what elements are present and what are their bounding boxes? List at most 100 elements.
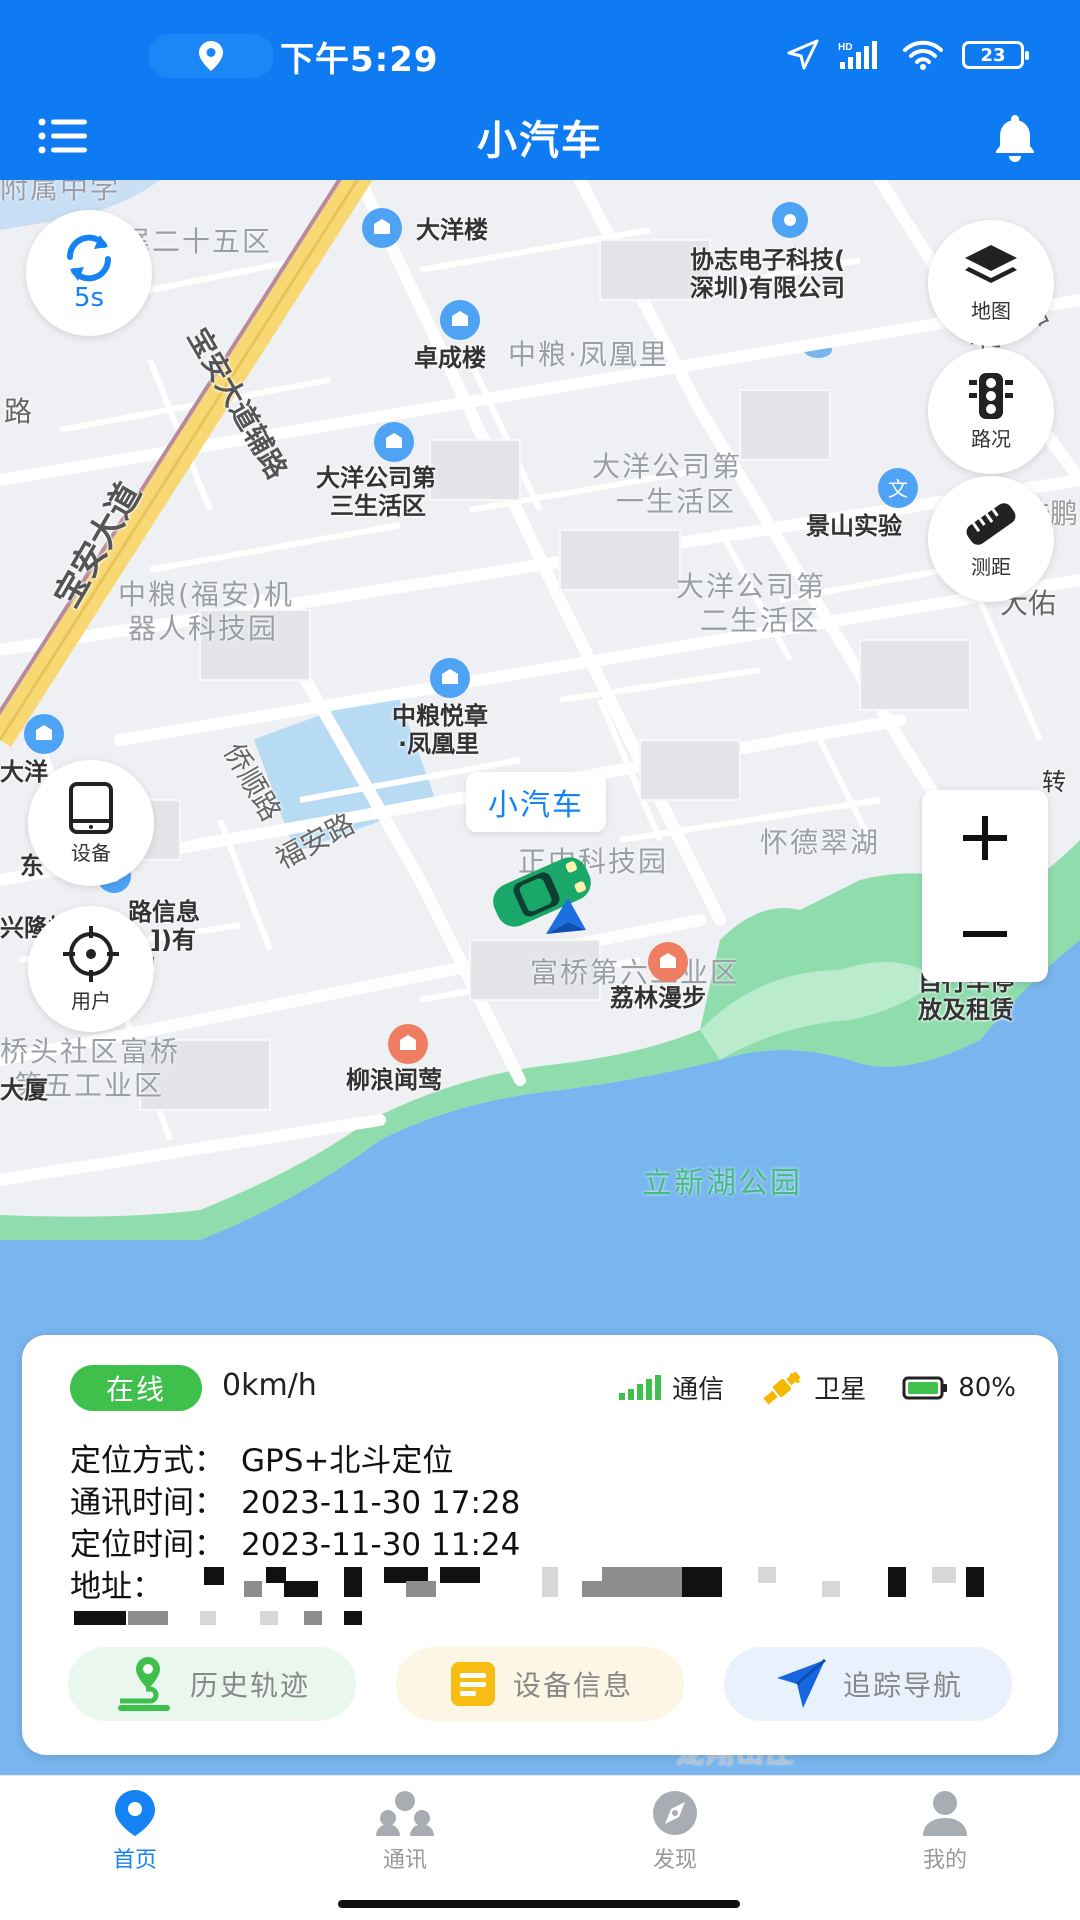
svg-text:文: 文 [888,477,908,501]
tab-discover-label: 发现 [652,1848,697,1873]
tab-discover[interactable]: 发现 [540,1776,810,1886]
cellular-signal-icon: HD [838,41,877,69]
area-label: 一生活区 [616,485,737,518]
battery-percent: 80% [958,1372,1016,1403]
poi-label: 景山实验 [806,512,902,540]
map-layer-label: 地图 [971,298,1011,323]
status-icons: HD 23 [786,38,1029,72]
poi-label: 大厦 [0,1076,48,1104]
tablet-icon [69,781,113,834]
people-group-icon [376,1791,434,1836]
poi-label: ·凤凰里 [398,730,480,758]
layers-icon [965,244,1017,283]
history-track-label: 历史轨迹 [189,1669,310,1702]
svg-text:HD: HD [838,42,852,53]
locate-time-value: 2023-11-30 11:24 [241,1527,521,1563]
device-button[interactable]: 设备 [28,760,154,886]
positioning-value: GPS+北斗定位 [241,1443,454,1479]
online-status-badge: 在线 [70,1365,202,1411]
measure-button[interactable]: 测距 [928,476,1054,602]
track-navigation-button[interactable]: 追踪导航 [724,1647,1012,1721]
home-indicator [338,1900,740,1908]
address-row: 地址： [70,1561,163,1606]
battery-icon [902,1376,948,1399]
navigation-send-icon [776,1658,826,1708]
area-label: 大洋公司第 [676,570,827,603]
compass-icon [653,1791,697,1835]
device-info-label: 设备信息 [512,1669,633,1702]
tab-home-label: 首页 [112,1848,157,1873]
area-label: 中粮·凤凰里 [508,338,669,371]
area-label: 中粮(福安)机 [118,578,294,611]
poi-pin-icon [360,206,404,254]
comm-time-value: 2023-11-30 17:28 [241,1485,521,1521]
road-label: 路 [4,395,33,428]
top-bar: 下午5:29 HD 23 小汽车 [0,0,1080,180]
poi-pin-icon: 文 [876,466,920,514]
poi-pin-icon [770,200,810,244]
poi-label: 大洋 [0,758,48,786]
device-indicators: 通信 卫星 80% [618,1369,1016,1406]
location-pin-icon [115,1790,155,1836]
satellite-icon [763,1370,801,1405]
user-label: 用户 [71,988,111,1013]
locate-time-label: 定位时间： [70,1527,225,1563]
positioning-row: 定位方式： GPS+北斗定位 [70,1435,453,1480]
poi-label: 深圳)有限公司 [690,274,845,302]
plus-icon [963,816,1007,860]
status-time: 下午5:29 [280,40,439,80]
document-icon [450,1662,495,1706]
zoom-control [922,790,1048,982]
bottom-navigation: 首页 通讯 发现 我的 [0,1775,1080,1920]
history-track-button[interactable]: 历史轨迹 [68,1647,356,1721]
poi-label: 协志电子科技( [690,246,845,274]
comm-time-row: 通讯时间： 2023-11-30 17:28 [70,1477,520,1522]
positioning-label: 定位方式： [70,1443,225,1479]
title-bar: 小汽车 [0,100,1080,180]
vehicle-label[interactable]: 小汽车 [466,772,606,832]
signal-strength-icon [619,1374,662,1400]
tab-home[interactable]: 首页 [0,1776,270,1886]
refresh-interval-button[interactable]: 5s [26,210,152,336]
traffic-button[interactable]: 路况 [928,348,1054,474]
poi-pin-icon [438,298,482,346]
locate-time-row: 定位时间： 2023-11-30 11:24 [70,1519,520,1564]
page-title: 小汽车 [477,118,603,164]
area-label: 桥头社区富桥 [0,1035,181,1068]
ruler-icon [966,502,1016,545]
poi-label: 柳浪闻莺 [346,1066,442,1094]
measure-label: 测距 [971,554,1011,579]
zoom-out-button[interactable] [922,886,1048,982]
poi-pin-icon [646,940,690,988]
vehicle-info-card: 在线 0km/h 通信 卫星 80% 定位方式： GPS+北斗定位 通讯时间： 20… [22,1335,1058,1755]
poi-pin-icon [372,420,416,468]
minus-icon [963,931,1007,937]
poi-label: 三生活区 [330,492,426,520]
area-label: 器人科技园 [128,612,279,645]
map-layer-button[interactable]: 地图 [928,220,1054,346]
area-label: 附属中学 [0,180,121,205]
device-info-button[interactable]: 设备信息 [396,1647,684,1721]
poi-pin-icon [428,656,472,704]
comm-time-label: 通讯时间： [70,1485,225,1521]
user-profile-icon [923,1791,967,1836]
tab-communication[interactable]: 通讯 [270,1776,540,1886]
poi-label: 大洋公司第 [316,464,436,492]
poi-label: 放及租赁 [918,996,1014,1024]
poi-label: 中粮悦章 [392,702,488,730]
address-label: 地址： [70,1569,163,1605]
location-pill [148,34,274,78]
traffic-label: 路况 [971,426,1011,451]
tab-communication-label: 通讯 [382,1848,427,1873]
route-pin-icon [117,1657,170,1711]
tab-mine[interactable]: 我的 [810,1776,1080,1886]
track-navigation-label: 追踪导航 [842,1669,963,1702]
traffic-light-icon [969,372,1013,419]
user-button[interactable]: 用户 [28,906,154,1032]
bell-icon[interactable] [988,110,1042,164]
action-buttons: 历史轨迹 设备信息 追踪导航 [68,1647,1012,1721]
poi-pin-icon [386,1022,430,1070]
refresh-icon [66,234,112,282]
battery-indicator: 23 [962,41,1029,69]
zoom-in-button[interactable] [922,790,1048,886]
